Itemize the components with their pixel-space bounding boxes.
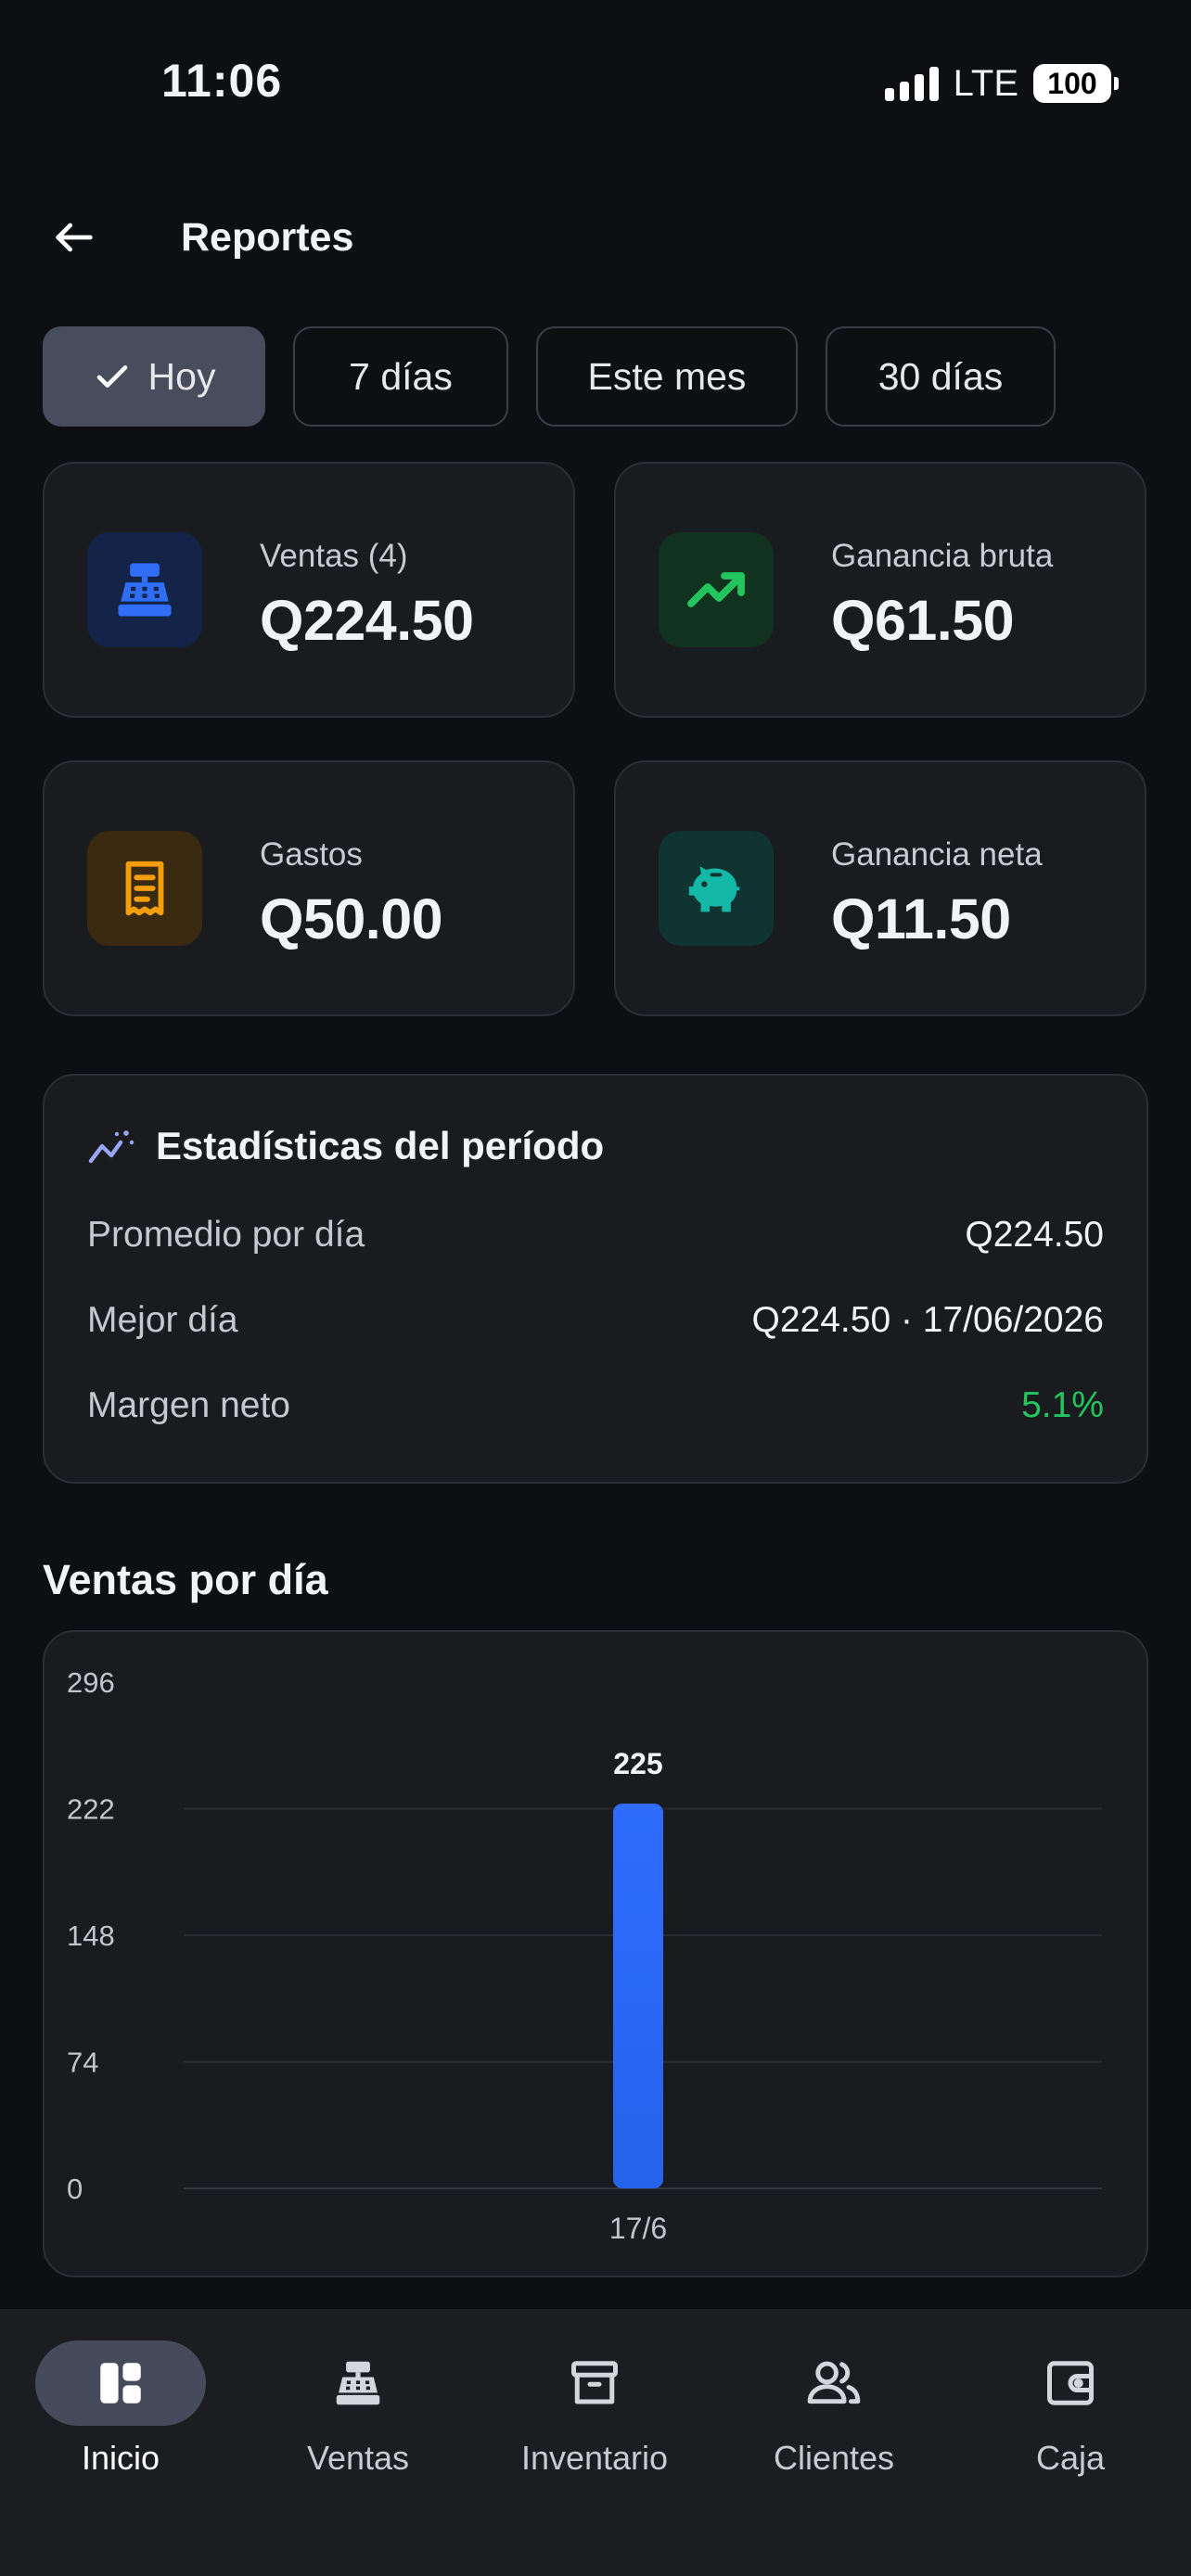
piggy-bank-icon [659, 831, 774, 946]
stats-value: Q224.50 · 17/06/2026 [751, 1300, 1104, 1340]
daily-sales-chart: 0 74 148 222 296 225 17/6 [43, 1630, 1148, 2277]
y-tick-label: 74 [67, 2047, 98, 2079]
archive-box-icon [571, 2361, 618, 2404]
battery-icon: 100 [1033, 64, 1119, 103]
filter-chip-7-dias[interactable]: 7 días [293, 326, 508, 427]
trending-up-icon [659, 532, 774, 647]
sales-card[interactable]: Ventas (4) Q224.50 [43, 462, 575, 718]
nav-item-ventas[interactable]: Ventas [256, 2340, 460, 2498]
nav-icon-wrap [35, 2340, 206, 2426]
stats-row-best-day: Mejor día Q224.50 · 17/06/2026 [87, 1300, 1104, 1341]
stats-label: Margen neto [87, 1385, 290, 1425]
nav-label: Inicio [81, 2439, 160, 2477]
filter-chip-label: 7 días [349, 354, 453, 398]
filter-chip-este-mes[interactable]: Este mes [536, 326, 798, 427]
nav-label: Inventario [520, 2439, 669, 2477]
chart-section-title: Ventas por día [43, 1556, 328, 1603]
check-icon [96, 365, 127, 388]
stats-row-net-margin: Margen neto 5.1% [87, 1385, 1104, 1426]
wallet-icon [1047, 2361, 1094, 2405]
period-stats-title: Estadísticas del período [156, 1124, 605, 1167]
net-profit-label: Ganancia neta [831, 836, 1043, 873]
nav-item-inventario[interactable]: Inventario [493, 2340, 697, 2498]
period-filter: Hoy 7 días Este mes 30 días [43, 326, 1056, 427]
cash-register-icon [336, 2361, 380, 2405]
bar-chart: 0 74 148 222 296 225 17/6 [67, 1666, 1102, 2245]
analytics-icon [88, 1130, 134, 1164]
nav-item-caja[interactable]: Caja [968, 2340, 1172, 2498]
y-tick-label: 222 [67, 1793, 115, 1826]
y-tick-label: 296 [67, 1666, 115, 1699]
gross-profit-value: Q61.50 [831, 589, 1015, 652]
period-stats-header: Estadísticas del período [87, 1124, 604, 1168]
arrow-left-icon [56, 223, 93, 252]
nav-label: Ventas [306, 2439, 410, 2477]
expenses-value: Q50.00 [260, 887, 443, 950]
x-tick-label: 17/6 [609, 2212, 667, 2245]
stats-value: Q224.50 [965, 1215, 1104, 1255]
page-title: Reportes [181, 215, 354, 260]
expenses-label: Gastos [260, 836, 363, 873]
nav-item-clientes[interactable]: Clientes [732, 2340, 936, 2498]
net-profit-card[interactable]: Ganancia neta Q11.50 [614, 760, 1146, 1016]
users-icon [807, 2361, 861, 2404]
nav-label: Caja [1035, 2439, 1106, 2477]
net-profit-value: Q11.50 [831, 887, 1011, 950]
period-stats-card: Estadísticas del período Promedio por dí… [43, 1074, 1148, 1484]
filter-chip-label: 30 días [877, 354, 1004, 398]
cash-register-icon [87, 532, 202, 647]
gross-profit-card[interactable]: Ganancia bruta Q61.50 [614, 462, 1146, 718]
stats-label: Mejor día [87, 1300, 238, 1340]
back-button[interactable] [45, 208, 104, 267]
bottom-nav: Inicio Ventas Inventario Clientes Caja [0, 2309, 1191, 2576]
filter-chip-label: Este mes [587, 354, 747, 398]
filter-chip-30-dias[interactable]: 30 días [826, 326, 1056, 427]
bar-value-label: 225 [613, 1747, 662, 1780]
nav-label: Clientes [773, 2439, 895, 2477]
filter-chip-label: Hoy [147, 354, 216, 398]
status-indicators: LTE 100 [884, 61, 1119, 106]
header: Reportes [0, 195, 1191, 278]
reports-screen: 11:06 LTE 100 Reportes Hoy 7 días Este m… [0, 0, 1191, 2576]
y-tick-label: 148 [67, 1919, 115, 1952]
nav-icon-wrap [985, 2340, 1156, 2426]
stats-row-average: Promedio por día Q224.50 [87, 1215, 1104, 1256]
y-tick-label: 0 [67, 2173, 83, 2205]
stats-label: Promedio por día [87, 1215, 365, 1255]
nav-item-inicio[interactable]: Inicio [19, 2340, 223, 2498]
filter-chip-hoy[interactable]: Hoy [43, 326, 265, 427]
gross-profit-label: Ganancia bruta [831, 538, 1054, 574]
nav-icon-wrap [509, 2340, 680, 2426]
nav-icon-wrap [273, 2340, 443, 2426]
stats-value: 5.1% [1021, 1385, 1104, 1425]
status-time: 11:06 [161, 55, 283, 107]
expenses-card[interactable]: Gastos Q50.00 [43, 760, 575, 1016]
sales-value: Q224.50 [260, 589, 474, 652]
dashboard-icon [100, 2363, 141, 2404]
signal-icon [884, 66, 939, 101]
bar[interactable] [613, 1803, 663, 2188]
receipt-icon [87, 831, 202, 946]
sales-label: Ventas (4) [260, 538, 408, 574]
network-label: LTE [953, 62, 1018, 104]
nav-icon-wrap [749, 2340, 919, 2426]
battery-level: 100 [1047, 66, 1097, 100]
